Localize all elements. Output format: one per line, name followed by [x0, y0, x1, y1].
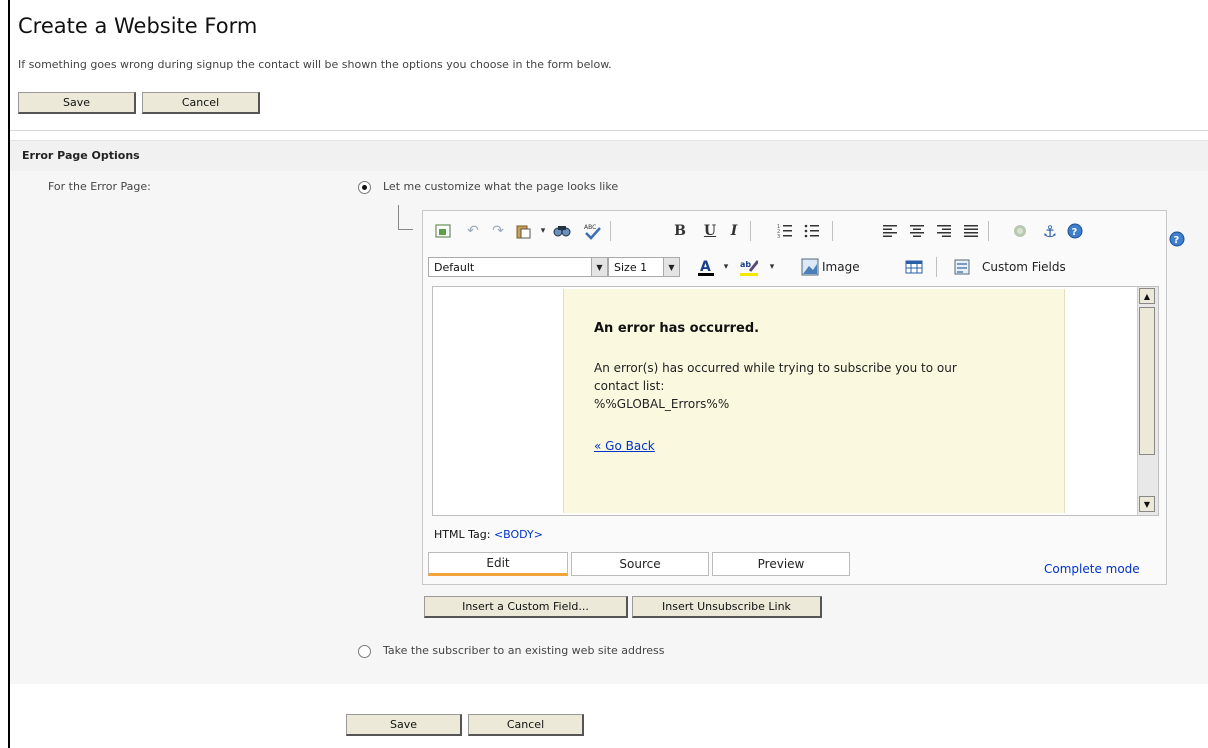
- insert-unsubscribe-link-button[interactable]: Insert Unsubscribe Link: [632, 596, 822, 618]
- svg-text:ABC: ABC: [584, 224, 596, 231]
- page-intro: If something goes wrong during signup th…: [18, 58, 612, 71]
- save-button-bottom[interactable]: Save: [346, 714, 462, 736]
- html-tag-label: HTML Tag:: [434, 528, 491, 541]
- spellcheck-icon[interactable]: ABC: [582, 221, 602, 241]
- complete-mode-link[interactable]: Complete mode: [1044, 562, 1140, 576]
- image-label[interactable]: Image: [822, 260, 860, 274]
- paste-icon[interactable]: [513, 221, 533, 241]
- svg-text:A: A: [700, 259, 711, 275]
- html-tag-path: HTML Tag: <BODY>: [434, 528, 543, 541]
- scroll-thumb[interactable]: [1139, 307, 1155, 455]
- custom-fields-label[interactable]: Custom Fields: [982, 260, 1066, 274]
- paste-dropdown-icon[interactable]: ▾: [533, 221, 553, 241]
- highlight-dropdown-icon[interactable]: ▾: [762, 257, 782, 277]
- error-heading: An error has occurred.: [594, 321, 760, 336]
- font-color-dropdown-icon[interactable]: ▾: [716, 257, 736, 277]
- chevron-down-icon: ▼: [663, 258, 679, 276]
- error-message-box: An error has occurred. An error(s) has o…: [563, 289, 1065, 513]
- radio-redirect[interactable]: [358, 645, 371, 658]
- save-button-top[interactable]: Save: [18, 92, 136, 114]
- highlight-color-icon[interactable]: ab: [738, 257, 758, 277]
- size-select[interactable]: Size 1 ▼: [608, 257, 680, 277]
- scroll-down-icon[interactable]: ▼: [1139, 496, 1155, 512]
- page-title: Create a Website Form: [18, 14, 258, 38]
- custom-fields-icon[interactable]: [952, 257, 972, 277]
- unordered-list-icon[interactable]: [802, 221, 822, 241]
- bold-icon[interactable]: B: [670, 221, 690, 241]
- format-select-value: Default: [434, 260, 475, 274]
- underline-icon[interactable]: U: [700, 221, 720, 241]
- error-text-line3: %%GLOBAL_Errors%%: [594, 397, 730, 411]
- go-back-link[interactable]: « Go Back: [594, 439, 655, 453]
- error-page-label: For the Error Page:: [48, 180, 151, 193]
- radio-customize[interactable]: [358, 181, 371, 194]
- toolbar-separator: [936, 257, 937, 277]
- table-icon[interactable]: [904, 257, 924, 277]
- image-icon[interactable]: [800, 257, 820, 277]
- scroll-up-icon[interactable]: ▲: [1139, 288, 1155, 304]
- help-icon[interactable]: ?: [1065, 221, 1085, 241]
- insert-custom-field-button[interactable]: Insert a Custom Field...: [424, 596, 628, 618]
- cancel-button-bottom[interactable]: Cancel: [468, 714, 584, 736]
- font-color-icon[interactable]: A: [696, 257, 716, 277]
- toolbar-separator: [750, 221, 751, 241]
- error-text-line1: An error(s) has occurred while trying to…: [594, 361, 957, 375]
- tab-edit[interactable]: Edit: [428, 552, 568, 576]
- toolbar-separator: [988, 221, 989, 241]
- justify-icon[interactable]: [961, 221, 981, 241]
- radio-customize-label[interactable]: Let me customize what the page looks lik…: [383, 180, 618, 193]
- anchor-icon[interactable]: ⚓: [1040, 221, 1060, 241]
- svg-text:3: 3: [777, 234, 780, 239]
- align-left-icon[interactable]: [880, 221, 900, 241]
- editor-content-area[interactable]: An error has occurred. An error(s) has o…: [432, 286, 1159, 516]
- toolbar-separator: [610, 221, 611, 241]
- toolbar-separator: [832, 221, 833, 241]
- html-tag-body[interactable]: <BODY>: [494, 528, 543, 541]
- ordered-list-icon[interactable]: 123: [775, 221, 795, 241]
- size-select-value: Size 1: [614, 260, 648, 274]
- align-right-icon[interactable]: [934, 221, 954, 241]
- tree-connector: [398, 205, 413, 230]
- svg-text:ab: ab: [740, 260, 751, 269]
- field-help-icon[interactable]: ?: [1167, 229, 1187, 249]
- italic-icon[interactable]: I: [724, 221, 744, 241]
- cancel-button-top[interactable]: Cancel: [142, 92, 260, 114]
- section-header: Error Page Options: [10, 140, 1208, 172]
- svg-text:?: ?: [1174, 235, 1180, 246]
- error-text-line2: contact list:: [594, 379, 665, 393]
- undo-icon[interactable]: ↶: [463, 221, 483, 241]
- chevron-down-icon: ▼: [591, 258, 607, 276]
- align-center-icon[interactable]: [907, 221, 927, 241]
- tab-source[interactable]: Source: [571, 552, 709, 576]
- section-heading: Error Page Options: [22, 149, 140, 162]
- find-icon[interactable]: [552, 221, 572, 241]
- tab-preview[interactable]: Preview: [712, 552, 850, 576]
- divider: [10, 130, 1208, 131]
- editor-scrollbar[interactable]: ▲ ▼: [1137, 287, 1158, 515]
- redo-icon[interactable]: ↷: [488, 221, 508, 241]
- radio-redirect-label[interactable]: Take the subscriber to an existing web s…: [383, 644, 665, 657]
- hyperlink-icon[interactable]: [1010, 221, 1030, 241]
- format-select[interactable]: Default ▼: [428, 257, 608, 277]
- maximize-icon[interactable]: [433, 221, 453, 241]
- svg-text:?: ?: [1072, 227, 1078, 238]
